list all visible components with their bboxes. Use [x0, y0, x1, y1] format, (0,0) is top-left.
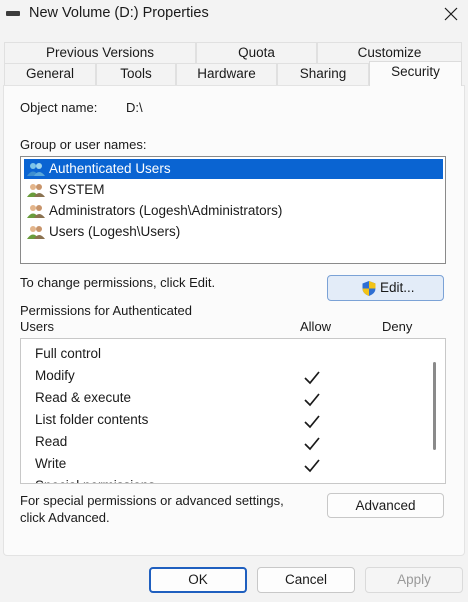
permissions-for-label-line2: Users [20, 319, 54, 334]
permissions-for-label-line1: Permissions for Authenticated [20, 303, 192, 318]
permissions-list[interactable]: Full control Modify Read & execute List … [20, 338, 446, 484]
users-group-icon [27, 226, 45, 239]
group-label: Group or user names: [20, 137, 147, 152]
permissions-scrollbar[interactable] [433, 362, 436, 450]
permission-row-list-folder-contents: List folder contents [35, 412, 149, 427]
tab-general[interactable]: General [4, 63, 96, 85]
users-group-icon [27, 205, 45, 218]
user-list[interactable]: Authenticated Users SYSTEM Administrator… [20, 156, 446, 264]
advanced-hint-line1: For special permissions or advanced sett… [20, 493, 284, 508]
permission-row-modify: Modify [35, 368, 75, 383]
tab-previous-versions[interactable]: Previous Versions [4, 42, 196, 64]
user-name: Users (Logesh\Users) [49, 224, 181, 239]
edit-button-label: Edit... [380, 280, 415, 295]
object-name-value: D:\ [126, 100, 143, 115]
user-row-authenticated-users[interactable]: Authenticated Users [24, 159, 443, 179]
tab-security[interactable]: Security [369, 61, 462, 86]
apply-button: Apply [365, 567, 463, 593]
advanced-button[interactable]: Advanced [327, 493, 444, 518]
permission-row-read-execute: Read & execute [35, 390, 132, 405]
user-row-users[interactable]: Users (Logesh\Users) [24, 222, 443, 242]
deny-column-header: Deny [382, 319, 413, 334]
allow-check-icon [304, 371, 320, 385]
window-title: New Volume (D:) Properties [29, 5, 209, 21]
object-name-label: Object name: [20, 100, 98, 115]
allow-column-header: Allow [300, 319, 332, 334]
permission-row-full-control: Full control [35, 346, 102, 361]
tab-quota[interactable]: Quota [196, 42, 317, 64]
close-button[interactable] [436, 1, 466, 29]
title-bar: New Volume (D:) Properties [0, 0, 468, 30]
allow-check-icon [304, 415, 320, 429]
permission-row-write: Write [35, 456, 67, 471]
user-name: Authenticated Users [49, 161, 171, 176]
allow-check-icon [304, 393, 320, 407]
allow-check-icon [304, 459, 320, 473]
cancel-button[interactable]: Cancel [257, 567, 355, 593]
tab-sharing[interactable]: Sharing [277, 63, 369, 85]
users-group-icon [27, 163, 45, 176]
drive-icon [6, 11, 20, 16]
permission-row-special: Special permissions [35, 475, 155, 483]
user-row-administrators[interactable]: Administrators (Logesh\Administrators) [24, 201, 443, 221]
tab-tools[interactable]: Tools [96, 63, 176, 85]
users-group-icon [27, 184, 45, 197]
permission-row-read: Read [35, 434, 68, 449]
user-name: Administrators (Logesh\Administrators) [49, 203, 283, 218]
close-icon [444, 7, 458, 21]
user-name: SYSTEM [49, 182, 105, 197]
allow-check-icon [304, 437, 320, 451]
user-row-system[interactable]: SYSTEM [24, 180, 443, 200]
change-permissions-hint: To change permissions, click Edit. [20, 275, 216, 290]
edit-button[interactable]: Edit... [327, 275, 444, 301]
ok-button[interactable]: OK [149, 567, 247, 593]
uac-shield-icon [362, 281, 376, 296]
tab-hardware[interactable]: Hardware [176, 63, 277, 85]
advanced-hint-line2: click Advanced. [20, 510, 110, 525]
